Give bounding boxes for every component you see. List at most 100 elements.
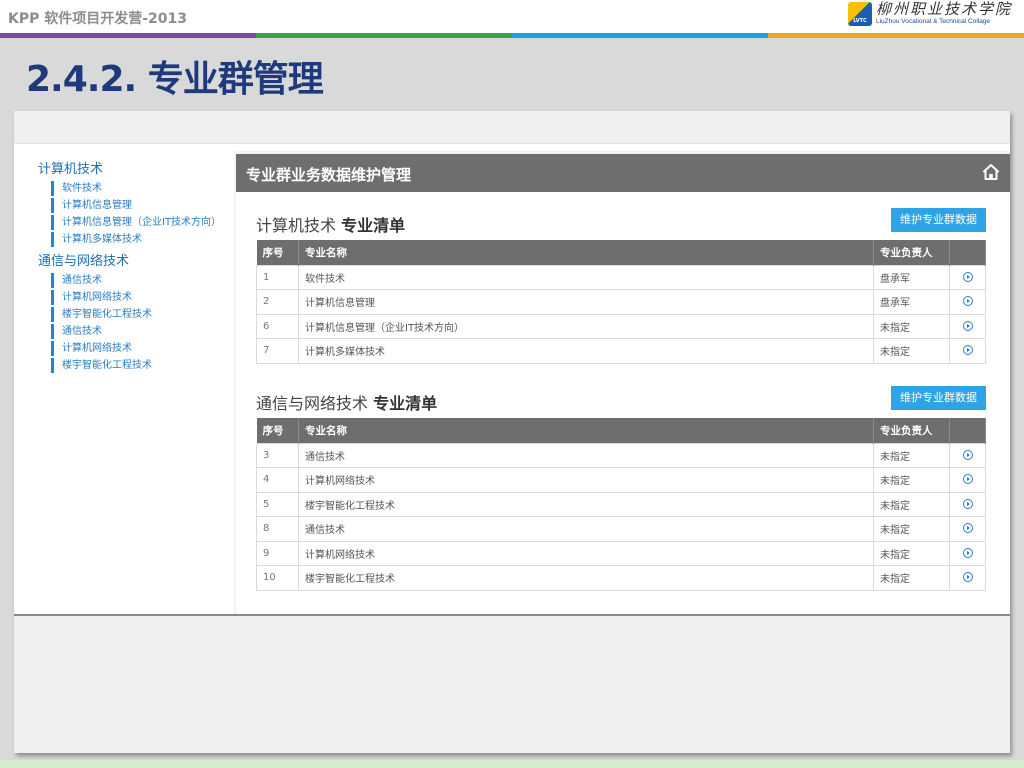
cell-major-name: 楼宇智能化工程技术 bbox=[298, 491, 874, 517]
cell-owner: 未指定 bbox=[873, 540, 950, 566]
cell-owner: 未指定 bbox=[873, 338, 950, 364]
header-no: 序号 bbox=[256, 418, 299, 443]
sidebar-item[interactable]: 软件技术 bbox=[51, 181, 228, 196]
header-owner: 专业负责人 bbox=[873, 418, 950, 443]
sidebar-group: 通信与网络技术 通信技术 计算机网络技术 楼宇智能化工程技术 通信技术 计算机网络技术 楼宇… bbox=[38, 253, 228, 373]
cell-no: 4 bbox=[256, 467, 299, 493]
major-table: 序号 专业名称 专业负责人 1 软件技术 盘承军 2 计算机信息管理 盘承军 6 计算机信息管理（企… bbox=[256, 240, 986, 364]
table-row[interactable]: 10 楼宇智能化工程技术 未指定 bbox=[256, 565, 986, 591]
cell-action bbox=[949, 491, 986, 517]
table-row[interactable]: 3 通信技术 未指定 bbox=[256, 442, 986, 468]
cell-major-name: 计算机信息管理（企业IT技术方向） bbox=[298, 313, 874, 339]
color-stripe-purple bbox=[0, 33, 256, 38]
sidebar-item[interactable]: 计算机网络技术 bbox=[51, 290, 228, 305]
go-arrow-icon[interactable] bbox=[962, 572, 973, 583]
section-list-suffix: 专业清单 bbox=[341, 216, 406, 235]
color-stripe-blue bbox=[512, 33, 768, 38]
go-arrow-icon[interactable] bbox=[962, 498, 973, 509]
go-arrow-icon[interactable] bbox=[962, 320, 973, 331]
sidebar-item[interactable]: 楼宇智能化工程技术 bbox=[51, 307, 228, 322]
major-list-section: 通信与网络技术 专业清单 维护专业群数据 序号 专业名称 专业负责人 3 通信技术 未指定 4 计… bbox=[256, 386, 986, 591]
cell-no: 3 bbox=[256, 442, 299, 468]
sidebar-item[interactable]: 计算机网络技术 bbox=[51, 341, 228, 356]
main-panel: 专业群业务数据维护管理 计算机技术 专业清单 维护专业群数据 序号 专业名称 专业负责人… bbox=[236, 154, 1010, 616]
go-arrow-icon[interactable] bbox=[962, 547, 973, 558]
cell-action bbox=[949, 467, 986, 493]
cell-action bbox=[949, 338, 986, 364]
cell-action bbox=[949, 565, 986, 591]
cell-no: 9 bbox=[256, 540, 299, 566]
cell-major-name: 通信技术 bbox=[298, 516, 874, 542]
cell-action bbox=[949, 264, 986, 290]
panel-title: 专业群业务数据维护管理 bbox=[246, 166, 412, 184]
home-icon[interactable] bbox=[982, 163, 1000, 181]
cell-owner: 未指定 bbox=[873, 565, 950, 591]
table-row[interactable]: 8 通信技术 未指定 bbox=[256, 516, 986, 542]
table-row[interactable]: 7 计算机多媒体技术 未指定 bbox=[256, 338, 986, 364]
header-owner: 专业负责人 bbox=[873, 240, 950, 265]
college-logo: LVTC 柳州职业技术学院 LiuZhou Vocational & Techn… bbox=[847, 2, 1012, 26]
cell-owner: 盘承军 bbox=[873, 264, 950, 290]
sidebar-item[interactable]: 楼宇智能化工程技术 bbox=[51, 358, 228, 373]
cell-owner: 盘承军 bbox=[873, 289, 950, 315]
section-list-suffix: 专业清单 bbox=[373, 394, 438, 413]
cell-major-name: 计算机信息管理 bbox=[298, 289, 874, 315]
header-no: 序号 bbox=[256, 240, 299, 265]
cell-no: 1 bbox=[256, 264, 299, 290]
cell-major-name: 计算机多媒体技术 bbox=[298, 338, 874, 364]
sidebar-nav: 计算机技术软件技术计算机信息管理 计算机信息管理（企业IT技术方向） 计算机多媒体技… bbox=[38, 161, 228, 379]
cell-major-name: 通信技术 bbox=[298, 442, 874, 468]
cell-owner: 未指定 bbox=[873, 516, 950, 542]
table-row[interactable]: 9 计算机网络技术 未指定 bbox=[256, 540, 986, 566]
section-group-name: 通信与网络技术 bbox=[256, 394, 369, 413]
panel-header: 专业群业务数据维护管理 bbox=[236, 154, 1010, 192]
go-arrow-icon[interactable] bbox=[962, 345, 973, 356]
table-row[interactable]: 6 计算机信息管理（企业IT技术方向） 未指定 bbox=[256, 313, 986, 339]
sidebar-group-title[interactable]: 计算机技术 bbox=[38, 161, 228, 179]
app-footer-area bbox=[14, 614, 1010, 753]
section-group-name: 计算机技术 bbox=[256, 216, 337, 235]
go-arrow-icon[interactable] bbox=[962, 474, 973, 485]
maintain-group-data-button[interactable]: 维护专业群数据 bbox=[891, 386, 986, 410]
cell-no: 8 bbox=[256, 516, 299, 542]
app-top-bar bbox=[14, 111, 1010, 144]
cell-action bbox=[949, 313, 986, 339]
college-logo-icon: LVTC bbox=[847, 2, 872, 26]
maintain-group-data-button[interactable]: 维护专业群数据 bbox=[891, 208, 986, 232]
cell-owner: 未指定 bbox=[873, 313, 950, 339]
section-title: 计算机技术 专业清单 bbox=[256, 212, 405, 236]
table-row[interactable]: 2 计算机信息管理 盘承军 bbox=[256, 289, 986, 315]
logo-badge: LVTC bbox=[853, 18, 867, 24]
cell-action bbox=[949, 516, 986, 542]
table-row[interactable]: 1 软件技术 盘承军 bbox=[256, 264, 986, 290]
go-arrow-icon[interactable] bbox=[962, 296, 973, 307]
go-arrow-icon[interactable] bbox=[962, 449, 973, 460]
table-header-row: 序号 专业名称 专业负责人 bbox=[256, 418, 986, 443]
section-header: 计算机技术 专业清单 维护专业群数据 bbox=[256, 208, 986, 238]
section-title: 通信与网络技术 专业清单 bbox=[256, 390, 437, 414]
logo-english-name: LiuZhou Vocational & Technical Collage bbox=[875, 18, 991, 26]
cell-major-name: 计算机网络技术 bbox=[298, 467, 874, 493]
sidebar-group-title[interactable]: 通信与网络技术 bbox=[38, 253, 228, 271]
sidebar-item[interactable]: 计算机多媒体技术 bbox=[51, 232, 228, 247]
sidebar-item[interactable]: 计算机信息管理（企业IT技术方向） bbox=[51, 215, 228, 230]
cell-owner: 未指定 bbox=[873, 467, 950, 493]
table-row[interactable]: 4 计算机网络技术 未指定 bbox=[256, 467, 986, 493]
color-stripe-green bbox=[256, 33, 512, 38]
slide-heading: 2.4.2. 专业群管理 bbox=[26, 59, 324, 100]
cell-major-name: 软件技术 bbox=[298, 264, 874, 290]
table-row[interactable]: 5 楼宇智能化工程技术 未指定 bbox=[256, 491, 986, 517]
header-name: 专业名称 bbox=[298, 240, 874, 265]
header-name: 专业名称 bbox=[298, 418, 874, 443]
go-arrow-icon[interactable] bbox=[962, 271, 973, 282]
color-stripe-orange bbox=[768, 33, 1024, 38]
go-arrow-icon[interactable] bbox=[962, 523, 973, 534]
app-window: 计算机技术 软件技术 计算机信息管理 计算机信息管理（企业IT技术方向） 计算机多媒体技… bbox=[14, 111, 1010, 753]
sidebar-item[interactable]: 通信技术 bbox=[51, 324, 228, 339]
major-list-section: 计算机技术 专业清单 维护专业群数据 序号 专业名称 专业负责人 1 软件技术 盘承军 2 计算机… bbox=[256, 208, 986, 364]
cell-major-name: 计算机网络技术 bbox=[298, 540, 874, 566]
sidebar-item[interactable]: 计算机信息管理 bbox=[51, 198, 228, 213]
cell-no: 6 bbox=[256, 313, 299, 339]
sidebar-item[interactable]: 通信技术 bbox=[51, 273, 228, 288]
slide-header-title: KPP 软件项目开发营-2013 bbox=[8, 11, 188, 27]
